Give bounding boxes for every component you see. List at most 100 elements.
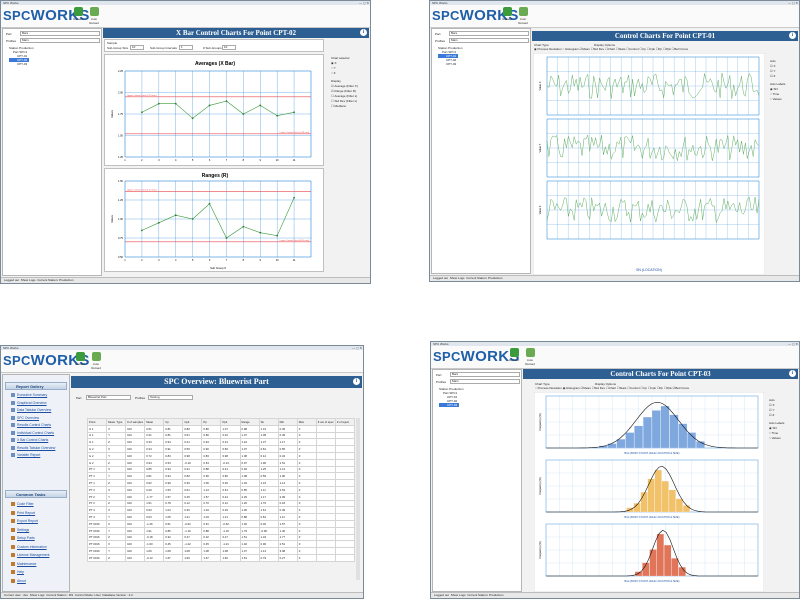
opt-cp[interactable]: ☐Cp: [639, 47, 646, 51]
task-item[interactable]: Settings: [11, 528, 29, 532]
opt-bell[interactable]: ☑Bell Curve: [673, 386, 690, 390]
column-header[interactable]: Max: [296, 418, 317, 426]
info-icon[interactable]: i: [789, 370, 796, 377]
column-header[interactable]: # of samples: [125, 418, 146, 426]
reload-button[interactable]: Reload: [71, 7, 85, 21]
task-item[interactable]: Export Report: [11, 519, 38, 524]
axis-label-values-radio[interactable]: ○ Values: [769, 436, 799, 441]
table-row[interactable]: PT 0016 Y 100 1.66 1.08 1.08 1.08 1.08 1.37 1.14 3…: [86, 547, 356, 555]
tree-cpt03[interactable]: CPT-03: [438, 62, 463, 66]
table-row[interactable]: PT 0016 X 100 -1.63 0.45 -1.22 0.45 -1.21 1.02 0.…: [86, 540, 356, 549]
tree-cpt03[interactable]: CPT-03: [9, 62, 34, 66]
reload-button[interactable]: Reload: [500, 7, 514, 21]
column-header[interactable]: Cpk: [182, 418, 203, 426]
opt-pp[interactable]: ☐Pp: [656, 47, 662, 51]
show-logs-link[interactable]: Show Logs: [21, 278, 36, 282]
info-icon[interactable]: i: [360, 29, 367, 36]
task-item[interactable]: License Management: [11, 553, 49, 558]
table-row[interactable]: PT 0016 Z 100 -0.18 0.32 0.27 0.32 0.27 1.51 1.34…: [86, 533, 356, 542]
task-item[interactable]: Maintenance: [11, 562, 36, 566]
part-select[interactable]: Bars: [449, 31, 529, 36]
task-item[interactable]: Code Filter: [11, 502, 34, 507]
axis-z-checkbox[interactable]: ☑ Z: [769, 413, 799, 418]
column-header[interactable]: Min: [277, 418, 298, 426]
column-header[interactable]: Mean: [144, 418, 165, 426]
station-tree[interactable]: Station Production Part SPC1 CPT-01 CPT-…: [438, 46, 463, 66]
num-subgroups-select[interactable]: 10: [222, 45, 236, 50]
report-item[interactable]: Executive Summary: [11, 393, 47, 398]
column-header[interactable]: Point: [86, 418, 108, 426]
table-scrollbar[interactable]: [356, 418, 360, 580]
opt-chart[interactable]: ☐Chart: [606, 386, 616, 390]
report-item[interactable]: Data Tabular Overview: [11, 408, 51, 413]
report-item[interactable]: X Bar Control Charts: [11, 438, 48, 443]
part-select[interactable]: Bars: [450, 372, 520, 377]
opt-stats[interactable]: ☐Stats: [616, 47, 626, 51]
task-item[interactable]: About: [11, 579, 26, 583]
opt-control[interactable]: ☐Control: [627, 386, 639, 390]
station-tree[interactable]: Station Production Part SPC1 CPT-01 CPT-…: [9, 46, 34, 66]
column-header[interactable]: Meas. Type: [106, 418, 127, 426]
table-row[interactable]: PT 2 X 100 0.29 1.53 0.61 1.13 0.61 0.55 1.11 2.53…: [86, 485, 356, 494]
auto-reload-button[interactable]: Auto Reload: [516, 7, 530, 25]
table-row[interactable]: PT 0016 Z 100 -0.13 1.67 1.60 1.67 1.60 1.51 0.79…: [86, 553, 356, 562]
table-row[interactable]: PT 1 Z 100 0.62 0.99 0.30 1.06 0.30 1.04 1.16 1.14…: [86, 479, 356, 487]
table-row[interactable]: PT 2 Y 100 -1.77 1.57 0.45 1.57 0.44 2.26 1.17 2.0…: [86, 492, 356, 501]
part-select[interactable]: Bars: [20, 31, 100, 36]
column-header[interactable]: Ppk: [220, 418, 241, 426]
opt-pp[interactable]: ☐Pp: [657, 386, 663, 390]
table-row[interactable]: G 1 Y 100 0.31 0.81 0.51 0.80 0.32 1.07 1.38 0.49 0: [86, 431, 356, 440]
opt-stddev[interactable]: ☐Std Dev: [592, 386, 605, 390]
show-logs-link[interactable]: Show Logs: [450, 276, 465, 280]
info-icon[interactable]: i: [353, 378, 360, 385]
axis-z-radio[interactable]: ○ Z: [331, 71, 369, 76]
table-row[interactable]: G 2 X 100 0.34 0.91 0.50 0.90 0.50 1.07 0.81 0.55 0: [86, 445, 356, 453]
overview-table[interactable]: Point Meas. Type # of samples Mean Cp Cpk Pp Pp…: [86, 418, 356, 562]
table-row[interactable]: PT 4 X 100 0.93 1.04 0.30 1.04 0.29 1.00 1.61 0.39…: [86, 506, 356, 515]
column-header[interactable]: Sk: [258, 418, 279, 426]
column-header[interactable]: # out of spec: [315, 418, 336, 426]
column-header[interactable]: Cp: [163, 418, 184, 426]
profile-select[interactable]: Main: [449, 38, 529, 43]
opt-mean[interactable]: ☑Mean: [580, 47, 590, 51]
table-row[interactable]: G 2 Z 100 0.94 0.54 -0.19 0.54 -0.13 0.97 1.96 1.5…: [86, 458, 356, 467]
table-row[interactable]: G 1 Z 100 0.33 0.94 0.41 0.94 0.31 1.44 1.37 1.17 0: [86, 438, 356, 447]
subgroup-interval-select[interactable]: 1: [179, 45, 193, 50]
profile-select[interactable]: Main: [20, 38, 100, 43]
task-item[interactable]: Print Report: [11, 511, 35, 515]
profile-select[interactable]: Main: [450, 379, 520, 384]
display-medians-checkbox[interactable]: ☐ Medians: [331, 104, 369, 109]
table-row[interactable]: PT 0016 Y 100 1.91 0.86 -1.16 0.88 -1.16 1.79 -0.…: [86, 526, 356, 535]
table-row[interactable]: PT 2 Z 100 1.51 0.78 0.12 0.70 0.12 1.20 1.70 0.18…: [86, 499, 356, 508]
chart-type-histogram-radio[interactable]: ◉ Histogram: [563, 386, 580, 390]
reload-button[interactable]: Reload: [73, 352, 87, 366]
info-icon[interactable]: i: [789, 32, 796, 39]
opt-ppk[interactable]: ☐Ppk: [664, 386, 672, 390]
opt-mean[interactable]: ☑Mean: [581, 386, 591, 390]
report-item[interactable]: Graphical Overview: [11, 401, 47, 405]
show-logs-link[interactable]: Show Logs: [30, 593, 45, 597]
axis-label-values-radio[interactable]: ○ Values: [770, 97, 798, 102]
table-row[interactable]: PT 4 Y 100 0.63 1.05 1.21 1.04 1.21 0.88 0.81 1.11…: [86, 513, 356, 521]
table-row[interactable]: PT 0016 X 100 -1.26 0.51 -0.62 0.51 -0.62 1.30 0.…: [86, 519, 356, 528]
station-tree[interactable]: Station Production Part SPC1 CPT-01 CPT-…: [439, 387, 464, 407]
task-item[interactable]: Setup Parts: [11, 536, 35, 541]
show-logs-link[interactable]: Show Logs: [451, 593, 466, 597]
table-row[interactable]: PT 1 X 100 0.85 0.94 0.31 0.88 0.31 0.93 1.25 1.14…: [86, 465, 356, 474]
report-item[interactable]: SPC Overview: [11, 416, 39, 420]
column-header[interactable]: # of reject: [334, 418, 356, 426]
report-item[interactable]: Variable Report: [11, 453, 40, 458]
task-item[interactable]: Custom Information: [11, 545, 47, 549]
report-item[interactable]: Results Tabular Overview: [11, 446, 55, 450]
table-row[interactable]: PT 1 Y 100 0.81 0.94 0.80 0.90 0.80 1.08 0.59 1.00…: [86, 472, 356, 481]
report-item[interactable]: Individual Control Charts: [11, 431, 54, 435]
opt-chart[interactable]: ☐Chart: [605, 47, 615, 51]
task-item[interactable]: Help: [11, 570, 24, 575]
auto-reload-button[interactable]: Auto Reload: [89, 352, 103, 370]
column-header[interactable]: Range: [239, 418, 260, 426]
opt-cp[interactable]: ☐Cp: [640, 386, 647, 390]
report-gallery-header[interactable]: Report Gallery: [5, 382, 67, 390]
column-header[interactable]: Pp: [201, 418, 222, 426]
opt-control[interactable]: ☐Control: [626, 47, 638, 51]
table-row[interactable]: G 1 X 100 0.51 0.81 0.80 0.80 1.07 0.98 1.31 0.45 0: [86, 424, 356, 433]
